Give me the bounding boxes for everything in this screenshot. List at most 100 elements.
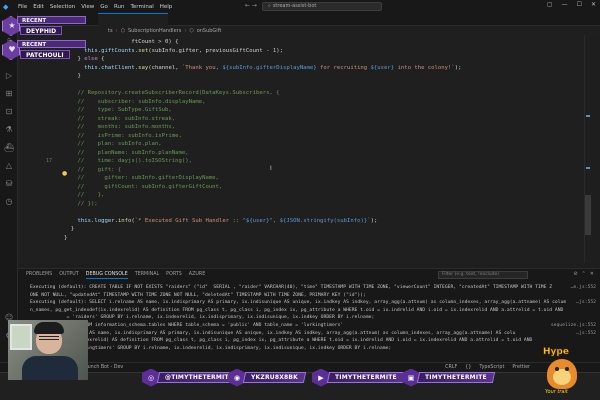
testing-icon[interactable]: ⚗ <box>4 125 14 135</box>
code-editor[interactable]: ● I ftCount > 0) { this.giftCounts.set(s… <box>18 35 592 263</box>
tab-problems[interactable]: PROBLEMS <box>26 272 52 279</box>
social-handle-text: TIMYTHETERMITE <box>335 374 397 381</box>
console-source-link[interactable]: sequelize.js:552 <box>551 322 596 330</box>
code-line[interactable]: // subscriber: subInfo.displayName, <box>64 98 205 107</box>
console-log-line[interactable]: Executing (default): CREATE TABLE IF NOT… <box>30 284 575 292</box>
code-token: for recruiting <box>316 64 371 71</box>
command-center-search[interactable]: ⌕ stream-assist-bot <box>262 2 382 11</box>
breadcrumb-file[interactable]: ts <box>108 28 113 34</box>
code-line[interactable]: // streak: subInfo.streak, <box>64 115 175 124</box>
docker-icon[interactable]: ⛴ <box>4 143 14 153</box>
code-line[interactable]: } <box>64 234 67 243</box>
code-token: // }, <box>64 192 105 198</box>
code-line[interactable]: // type: SubType.GiftSub, <box>64 106 171 115</box>
code-token: `* Executed Gift Sub Handler :: <box>134 217 243 224</box>
console-log-line[interactable]: n_names, pg_get_indexdef(ix.indexrelid) … <box>30 307 575 315</box>
console-log-line[interactable]: (ix.indexrelid) AS definition FROM pg_cl… <box>30 337 575 345</box>
code-line[interactable]: } <box>64 72 81 81</box>
breadcrumb-class[interactable]: SubscriptionHandlers <box>128 28 181 34</box>
maximize-icon[interactable]: ☐ <box>577 1 582 8</box>
maximize-panel-icon[interactable]: ⌃ <box>582 271 586 277</box>
window-controls: ▢ — ☐ ✕ <box>547 1 596 8</box>
menu-view[interactable]: View <box>78 4 97 10</box>
minimize-icon[interactable]: — <box>562 1 568 8</box>
menu-file[interactable]: File <box>15 4 30 10</box>
close-panel-icon[interactable]: ✕ <box>590 271 594 277</box>
line-number: 17 <box>45 158 52 164</box>
timeline-icon[interactable]: ◷ <box>4 197 14 207</box>
code-line[interactable]: // giftCount: subInfo.gifterGiftCount, <box>64 183 222 192</box>
status-launch-config[interactable]: Launch Bot - Dev <box>82 365 123 370</box>
code-line[interactable]: // isPrime: subInfo.isPrime, <box>64 132 181 141</box>
title-bar: ◆ File Edit Selection View Go Run Termin… <box>0 0 600 13</box>
code-token: // planName: subInfo.planName, <box>64 149 189 156</box>
code-line[interactable]: // months: subInfo.months, <box>64 123 175 132</box>
nav-arrows-icon[interactable]: ← → <box>245 2 257 9</box>
code-line[interactable]: this.logger.info(`* Executed Gift Sub Ha… <box>64 217 377 226</box>
status-formatter[interactable]: Prettier <box>512 365 530 370</box>
run-debug-icon[interactable]: ▷ <box>4 71 14 81</box>
console-source-link[interactable]: …js:552 <box>576 299 596 307</box>
extensions-icon[interactable]: ⊞ <box>4 89 14 99</box>
code-token: (channel, <box>148 64 182 71</box>
console-log-line[interactable]: Executing (default): SELECT i.relname AS… <box>30 299 575 307</box>
remote-explorer-icon[interactable]: ⊡ <box>4 107 14 117</box>
menu-edit[interactable]: Edit <box>30 4 47 10</box>
tab-output[interactable]: OUTPUT <box>59 272 79 279</box>
active-editor-tab[interactable] <box>98 13 168 26</box>
console-log-line[interactable]: ONE NOT NULL, "updatedAt" TIMESTAMP WITH… <box>30 292 575 300</box>
tab-ports[interactable]: PORTS <box>166 272 182 279</box>
editor-scrollbar[interactable] <box>584 35 592 263</box>
database-icon[interactable]: ⛁ <box>4 179 14 189</box>
recent-subscriber-widget: ★ RECENT SUBSCRIBER DEYPHID <box>2 14 86 38</box>
social-handle-text: @TIMYTHETERMITE <box>165 374 234 381</box>
debug-filter-input[interactable]: Filter (e.g. text, !exclude) <box>438 271 528 279</box>
code-token: giftCounts <box>101 47 135 54</box>
menu-selection[interactable]: Selection <box>47 4 78 10</box>
console-source-link[interactable]: …js:552 <box>576 330 596 338</box>
code-line[interactable]: // gifter: subInfo.gifterDisplayName, <box>64 174 218 183</box>
code-line[interactable]: // plan: subInfo.plan, <box>64 140 162 149</box>
console-source-link[interactable]: …e.js:552 <box>571 284 596 292</box>
code-line[interactable]: // gift: { <box>64 166 121 175</box>
social-banner-twitch: ▣ TIMYTHETERMITE <box>402 368 496 387</box>
webcam-feed <box>8 320 88 380</box>
azure-icon[interactable]: △ <box>4 161 14 171</box>
menu-terminal[interactable]: Terminal <box>127 4 156 10</box>
code-token: // }); <box>64 200 98 207</box>
menu-help[interactable]: Help <box>157 4 176 10</box>
console-log-line[interactable]: = 'raiders' GROUP BY i.relname, ix.index… <box>30 314 575 322</box>
tab-azure[interactable]: AZURE <box>189 272 205 279</box>
code-token: } <box>64 73 81 79</box>
tab-terminal[interactable]: TERMINAL <box>135 272 159 279</box>
code-token: { <box>97 56 105 62</box>
code-line[interactable]: // Repository.createSubscriberRecord(Dat… <box>64 89 279 98</box>
webcam-person-body <box>22 356 78 380</box>
tab-debug-console[interactable]: DEBUG CONSOLE <box>85 272 128 279</box>
code-token: else <box>84 56 98 62</box>
console-log-line[interactable]: = 'lurkingtimers' GROUP BY i.relname, ix… <box>30 345 575 353</box>
code-line[interactable]: // }); <box>64 200 98 209</box>
code-token: say <box>138 64 149 71</box>
code-line[interactable]: // planName: subInfo.planName, <box>64 149 189 158</box>
code-token: // giftCount: subInfo.gifterGiftCount, <box>64 183 223 190</box>
menu-run[interactable]: Run <box>111 4 128 10</box>
code-line[interactable]: this.giftCounts.set(subInfo.gifter, prev… <box>64 47 283 56</box>
recent-follower-title: RECENT FOLLOWER <box>17 40 86 56</box>
menu-go[interactable]: Go <box>97 4 111 10</box>
code-line[interactable]: // time: dayjs().toISOString(), <box>64 157 192 166</box>
code-token: , <box>272 217 280 224</box>
code-token: } <box>64 234 68 241</box>
scrollbar-thumb[interactable] <box>585 195 591 235</box>
code-line[interactable]: // }, <box>64 191 104 200</box>
code-line[interactable]: this.chatClient.say(channel, `Thank you,… <box>64 64 461 73</box>
code-token: ); <box>370 217 378 224</box>
close-icon[interactable]: ✕ <box>591 1 596 8</box>
console-log-line[interactable]: relname AS name, ix.indisprimary AS prim… <box>30 330 575 338</box>
clear-console-icon[interactable]: ⊘ <box>573 271 577 277</box>
code-line[interactable]: } <box>64 225 74 234</box>
breadcrumb-method[interactable]: onSubGift <box>197 28 222 34</box>
layout-icon[interactable]: ▢ <box>547 1 553 8</box>
console-log-line[interactable]: name FROM information_schema.tables WHER… <box>30 322 575 330</box>
code-token: // plan: subInfo.plan, <box>64 141 162 147</box>
